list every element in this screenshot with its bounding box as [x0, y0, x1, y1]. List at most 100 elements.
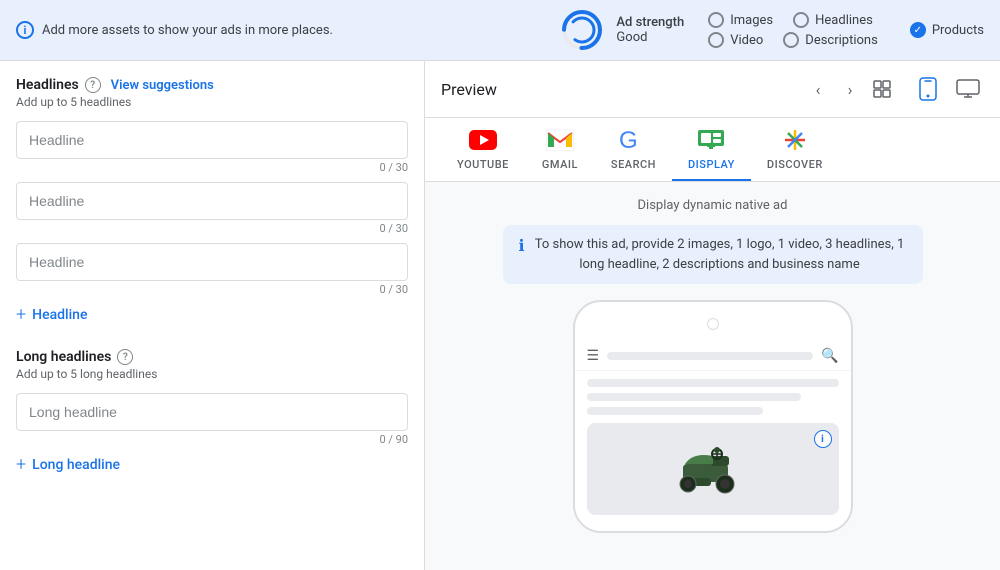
headlines-help-icon[interactable]: ?: [85, 77, 101, 93]
ad-strength-section: Ad strength Good: [560, 8, 684, 52]
headline-3-char-count: 0 / 30: [16, 283, 408, 296]
headline-field-1[interactable]: [16, 121, 408, 159]
headline-field-2[interactable]: [16, 182, 408, 220]
long-headline-field-1[interactable]: [16, 393, 408, 431]
phone-search-icon: 🔍: [821, 348, 838, 364]
headlines-title: Headlines: [16, 77, 79, 93]
nav-options: Images Headlines Video Descriptions: [708, 12, 878, 48]
ad-strength-circle: [560, 8, 604, 52]
info-banner: ℹ To show this ad, provide 2 images, 1 l…: [503, 225, 923, 284]
mower-image: [673, 434, 753, 504]
right-panel: Preview ‹ ›: [425, 61, 1000, 570]
add-long-headline-label: Long headline: [32, 457, 120, 473]
discover-icon: [781, 126, 809, 154]
descriptions-label: Descriptions: [805, 33, 878, 48]
long-headline-field-1-wrapper: 0 / 90: [16, 393, 408, 446]
main-content: Headlines ? View suggestions Add up to 5…: [0, 61, 1000, 570]
top-bar: i Add more assets to show your ads in mo…: [0, 0, 1000, 61]
phone-ad-image: i: [588, 424, 838, 514]
tab-discover[interactable]: DISCOVER: [751, 118, 839, 181]
headlines-title-row: Headlines ? View suggestions: [16, 77, 408, 93]
headlines-label: Headlines: [815, 13, 873, 28]
products-label: Products: [932, 23, 984, 38]
add-plus-icon: +: [16, 304, 26, 325]
ad-strength-value: Good: [616, 30, 684, 45]
headline-1-char-count: 0 / 30: [16, 161, 408, 174]
info-icon: i: [16, 21, 34, 39]
phone-url-bar: [607, 352, 813, 360]
headlines-section: Headlines ? View suggestions Add up to 5…: [16, 77, 408, 325]
discover-label: DISCOVER: [767, 158, 823, 171]
nav-option-headlines[interactable]: Headlines: [793, 12, 873, 28]
youtube-icon: [469, 126, 497, 154]
info-banner-icon: ℹ: [519, 236, 525, 255]
phone-ad-card: i: [587, 423, 839, 515]
preview-content: Display dynamic native ad ℹ To show this…: [425, 182, 1000, 570]
info-text: Add more assets to show your ads in more…: [42, 23, 333, 38]
ad-type-label: Display dynamic native ad: [638, 198, 788, 213]
content-line-3: [587, 407, 763, 415]
phone-ad-info-btn: i: [814, 430, 832, 448]
desktop-icon[interactable]: [952, 73, 984, 105]
video-radio[interactable]: [708, 32, 724, 48]
display-icon: [697, 126, 725, 154]
device-icons: [912, 73, 984, 105]
add-headline-button[interactable]: + Headline: [16, 304, 408, 325]
headline-field-1-wrapper: 0 / 30: [16, 121, 408, 174]
ad-strength-text: Ad strength Good: [616, 15, 684, 45]
tab-display[interactable]: DISPLAY: [672, 118, 751, 181]
svg-text:G: G: [619, 127, 638, 154]
preview-nav: ‹ ›: [804, 75, 896, 103]
content-line-2: [587, 393, 801, 401]
phone-camera: [707, 318, 719, 330]
search-platform-icon: G: [619, 126, 647, 154]
headline-field-2-wrapper: 0 / 30: [16, 182, 408, 235]
info-message: i Add more assets to show your ads in mo…: [16, 21, 536, 39]
grid-icon[interactable]: [868, 75, 896, 103]
headline-field-3[interactable]: [16, 243, 408, 281]
mobile-icon[interactable]: [912, 73, 944, 105]
nav-option-video[interactable]: Video: [708, 32, 763, 48]
preview-title: Preview: [441, 80, 796, 99]
headlines-radio[interactable]: [793, 12, 809, 28]
phone-content: i: [575, 371, 851, 531]
phone-browser-bar: ☰ 🔍: [575, 342, 851, 371]
left-panel: Headlines ? View suggestions Add up to 5…: [0, 61, 425, 570]
next-arrow[interactable]: ›: [836, 75, 864, 103]
images-radio[interactable]: [708, 12, 724, 28]
add-long-plus-icon: +: [16, 454, 26, 475]
headline-field-3-wrapper: 0 / 30: [16, 243, 408, 296]
long-headlines-subtitle: Add up to 5 long headlines: [16, 367, 408, 381]
images-label: Images: [730, 13, 773, 28]
tab-search[interactable]: G SEARCH: [595, 118, 672, 181]
add-long-headline-button[interactable]: + Long headline: [16, 454, 408, 475]
long-headline-1-char-count: 0 / 90: [16, 433, 408, 446]
phone-menu-icon: ☰: [587, 348, 600, 364]
display-label: DISPLAY: [688, 158, 735, 171]
headline-2-char-count: 0 / 30: [16, 222, 408, 235]
products-radio[interactable]: [910, 22, 926, 38]
info-banner-text: To show this ad, provide 2 images, 1 log…: [533, 235, 907, 274]
gmail-icon: [546, 126, 574, 154]
tab-youtube[interactable]: YOUTUBE: [441, 118, 525, 181]
long-headlines-title-row: Long headlines ?: [16, 349, 408, 365]
nav-row-1: Images Headlines: [708, 12, 878, 28]
gmail-label: GMAIL: [542, 158, 578, 171]
descriptions-radio[interactable]: [783, 32, 799, 48]
long-headlines-section: Long headlines ? Add up to 5 long headli…: [16, 349, 408, 475]
nav-option-images[interactable]: Images: [708, 12, 773, 28]
view-suggestions-link[interactable]: View suggestions: [111, 78, 214, 93]
preview-header: Preview ‹ ›: [425, 61, 1000, 118]
content-line-1: [587, 379, 839, 387]
nav-option-products[interactable]: Products: [910, 22, 984, 38]
add-headline-label: Headline: [32, 307, 87, 323]
long-headlines-title: Long headlines: [16, 349, 111, 365]
phone-mockup: ☰ 🔍: [573, 300, 853, 533]
prev-arrow[interactable]: ‹: [804, 75, 832, 103]
nav-option-descriptions[interactable]: Descriptions: [783, 32, 878, 48]
video-label: Video: [730, 33, 763, 48]
long-headlines-help-icon[interactable]: ?: [117, 349, 133, 365]
youtube-label: YOUTUBE: [457, 158, 509, 171]
headlines-subtitle: Add up to 5 headlines: [16, 95, 408, 109]
tab-gmail[interactable]: GMAIL: [525, 118, 595, 181]
